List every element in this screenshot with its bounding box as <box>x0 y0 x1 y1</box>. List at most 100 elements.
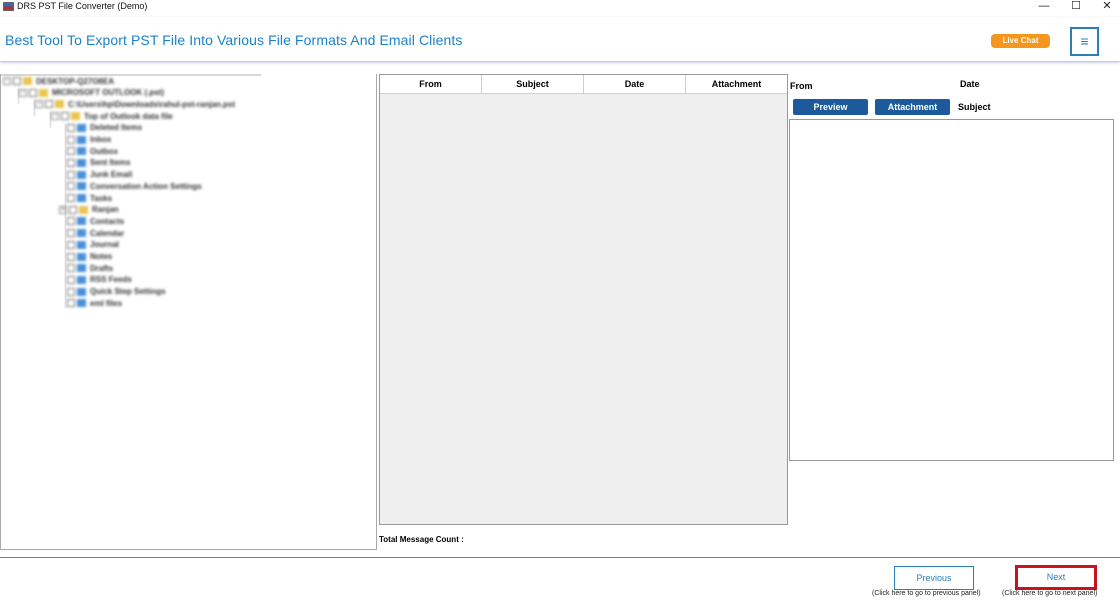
close-button[interactable]: ✕ <box>1092 0 1120 13</box>
folder-icon <box>77 229 86 238</box>
tree-item[interactable]: Notes <box>67 251 112 263</box>
tree-checkbox[interactable] <box>67 194 75 202</box>
tree-item-label: Journal <box>90 240 119 250</box>
tree-checkbox[interactable] <box>69 205 77 214</box>
hamburger-menu-icon[interactable]: ≡ <box>1070 27 1099 56</box>
preview-from-label: From <box>790 81 813 91</box>
folder-icon <box>77 299 86 308</box>
tree-item-label: Conversation Action Settings <box>90 181 202 191</box>
tree-item-label: Sent Items <box>90 158 131 168</box>
tree-checkbox[interactable] <box>61 112 69 121</box>
preview-subject-label: Subject <box>958 102 991 112</box>
tree-checkbox[interactable] <box>45 100 53 109</box>
tree-checkbox[interactable] <box>67 217 75 226</box>
preview-date-label: Date <box>960 79 980 89</box>
expand-toggle-icon[interactable]: + <box>59 205 67 214</box>
tree-item[interactable]: eml files <box>67 297 122 309</box>
folder-tree-panel[interactable]: − DESKTOP-Q27O8EA − MICROSOFT OUTLOOK (.pst… <box>0 74 377 550</box>
tree-item[interactable]: Conversation Action Settings <box>67 180 202 192</box>
tree-item-label: Notes <box>90 252 113 261</box>
app-header: Best Tool To Export PST File Into Variou… <box>0 17 1120 62</box>
tree-item-label: Deleted Items <box>90 123 143 133</box>
attachment-button[interactable]: Attachment <box>875 99 950 115</box>
tree-checkbox[interactable] <box>13 77 21 85</box>
tree-item[interactable]: − C:\Users\hp\Downloads\rahul-pst-ranjan.… <box>35 98 235 110</box>
tree-item-label: Top of Outlook data file <box>84 111 173 121</box>
tree-item[interactable]: − Top of Outlook data file <box>51 110 173 122</box>
tree-item-label: Tasks <box>90 193 113 203</box>
page-title: Best Tool To Export PST File Into Variou… <box>5 32 463 48</box>
tree-item[interactable]: Quick Step Settings <box>67 286 166 298</box>
message-preview-pane[interactable] <box>789 119 1114 461</box>
tree-checkbox[interactable] <box>67 264 75 273</box>
tree-checkbox[interactable] <box>67 123 75 132</box>
tree-checkbox[interactable] <box>67 240 75 249</box>
folder-icon <box>77 182 86 191</box>
tree-item-label: Outbox <box>90 146 118 156</box>
previous-button[interactable]: Previous <box>894 566 974 590</box>
tree-item[interactable]: + Ranjan <box>59 204 119 216</box>
message-list-header: From Subject Date Attachment <box>380 75 787 94</box>
tree-item-label: Calendar <box>90 228 125 238</box>
expand-toggle-icon[interactable]: − <box>35 100 43 109</box>
tree-item[interactable]: Inbox <box>67 134 111 146</box>
folder-icon <box>71 112 80 121</box>
folder-icon <box>77 170 86 179</box>
preview-button[interactable]: Preview <box>793 99 868 115</box>
tree-item[interactable]: − MICROSOFT OUTLOOK (.pst) <box>19 87 164 99</box>
tree-checkbox[interactable] <box>67 135 75 144</box>
tree-checkbox[interactable] <box>67 147 75 156</box>
expand-toggle-icon[interactable]: − <box>3 77 11 85</box>
live-chat-button[interactable]: Live Chat <box>991 34 1050 48</box>
tree-checkbox[interactable] <box>67 229 75 238</box>
folder-icon <box>77 252 86 261</box>
tree-item[interactable]: RSS Feeds <box>67 274 132 286</box>
window-title: DRS PST File Converter (Demo) <box>17 1 148 11</box>
column-attachment[interactable]: Attachment <box>686 75 787 93</box>
folder-icon <box>77 240 86 249</box>
column-subject[interactable]: Subject <box>482 75 584 93</box>
folder-icon <box>77 275 86 284</box>
folder-icon <box>77 158 86 167</box>
tree-item[interactable]: Outbox <box>67 145 118 157</box>
folder-icon <box>55 100 64 109</box>
tree-item[interactable]: − DESKTOP-Q27O8EA <box>3 75 114 87</box>
column-date[interactable]: Date <box>584 75 686 93</box>
folder-icon <box>77 123 86 132</box>
expand-toggle-icon[interactable]: − <box>51 112 59 121</box>
tree-item-label: MICROSOFT OUTLOOK (.pst) <box>52 88 164 98</box>
tree-item[interactable]: Journal <box>67 239 119 251</box>
expand-toggle-icon[interactable]: − <box>19 88 27 97</box>
previous-hint: (Click here to go to previous panel) <box>872 590 981 597</box>
tree-item-label: Drafts <box>90 263 114 273</box>
tree-checkbox[interactable] <box>67 158 75 167</box>
tree-checkbox[interactable] <box>67 299 75 308</box>
tree-item[interactable]: Drafts <box>67 262 113 274</box>
maximize-button[interactable]: ☐ <box>1061 0 1091 13</box>
tree-checkbox[interactable] <box>29 88 37 97</box>
tree-checkbox[interactable] <box>67 252 75 261</box>
tree-checkbox[interactable] <box>67 182 75 191</box>
tree-item[interactable]: Tasks <box>67 192 112 204</box>
folder-icon <box>77 264 86 273</box>
tree-item[interactable]: Sent Items <box>67 157 130 169</box>
tree-checkbox[interactable] <box>67 287 75 296</box>
tree-item[interactable]: Junk Email <box>67 169 132 181</box>
tree-checkbox[interactable] <box>67 170 75 179</box>
column-from[interactable]: From <box>380 75 482 93</box>
tree-item[interactable]: Deleted Items <box>67 122 142 134</box>
next-hint: (Click here to go to next panel) <box>1002 590 1098 597</box>
tree-item[interactable]: Contacts <box>67 215 124 227</box>
window-titlebar: DRS PST File Converter (Demo) — ☐ ✕ <box>0 0 1120 14</box>
tree-item-label: DESKTOP-Q27O8EA <box>36 76 115 86</box>
tree-item[interactable]: Calendar <box>67 227 124 239</box>
tree-item-label: Contacts <box>90 216 125 226</box>
minimize-button[interactable]: — <box>1029 0 1059 13</box>
folder-icon <box>77 194 86 202</box>
tree-checkbox[interactable] <box>67 275 75 284</box>
folder-icon <box>23 77 32 85</box>
message-list-panel[interactable]: From Subject Date Attachment <box>379 74 788 525</box>
folder-icon <box>79 205 88 214</box>
next-button[interactable]: Next <box>1015 565 1097 590</box>
tree-item-label: C:\Users\hp\Downloads\rahul-pst-ranjan.p… <box>68 99 236 109</box>
